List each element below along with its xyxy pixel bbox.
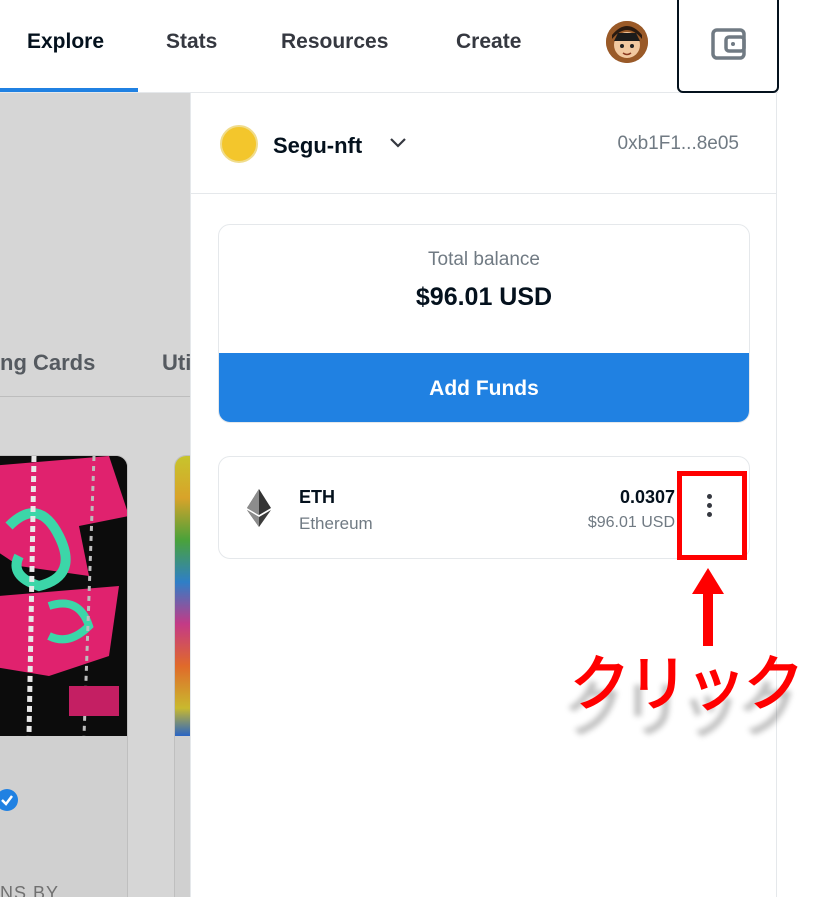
nft-artwork (175, 456, 190, 736)
account-header: Segu-nft 0xb1F1...8e05 (191, 93, 777, 194)
token-usd-value: $96.01 USD (587, 514, 675, 531)
wallet-icon (711, 28, 746, 60)
divider (0, 396, 190, 397)
wallet-button[interactable] (677, 0, 779, 93)
background-tab: ng Cards (0, 350, 96, 375)
avatar-image-icon (606, 21, 648, 63)
token-amount: 0.0307 (619, 487, 675, 507)
ethereum-icon (247, 489, 271, 527)
background-page-overlay: ng Cards Uti NS BY (0, 93, 190, 897)
token-row: ETH Ethereum 0.0307 $96.01 USD (218, 456, 750, 559)
nav-resources[interactable]: Resources (281, 30, 388, 54)
wallet-address[interactable]: 0xb1F1...8e05 (618, 133, 739, 155)
balance-label: Total balance (428, 249, 540, 270)
background-tab: Uti (162, 350, 190, 375)
account-avatar-icon (220, 125, 258, 163)
token-name: Ethereum (299, 514, 373, 533)
nft-artwork-image (0, 456, 127, 736)
top-navigation: Explore Stats Resources Create (0, 0, 779, 93)
profile-avatar[interactable] (606, 21, 648, 63)
arrow-up-icon (692, 568, 724, 646)
nav-stats[interactable]: Stats (166, 30, 217, 54)
balance-value: $96.01 USD (415, 283, 553, 311)
click-annotation-label: クリック (570, 651, 804, 718)
background-nft-card (174, 455, 190, 897)
highlight-box (677, 471, 747, 560)
background-nft-card (0, 455, 128, 897)
nav-create[interactable]: Create (456, 30, 521, 54)
token-symbol: ETH (299, 487, 335, 507)
balance-card: Total balance $96.01 USD Add Funds (218, 224, 750, 423)
add-funds-button[interactable]: Add Funds (219, 353, 749, 422)
active-tab-indicator (0, 88, 138, 92)
background-card-caption: NS BY (0, 883, 60, 897)
chevron-down-icon[interactable] (389, 137, 407, 149)
nav-explore[interactable]: Explore (27, 30, 104, 54)
account-name[interactable]: Segu-nft (273, 133, 362, 159)
nft-artwork (0, 456, 127, 736)
